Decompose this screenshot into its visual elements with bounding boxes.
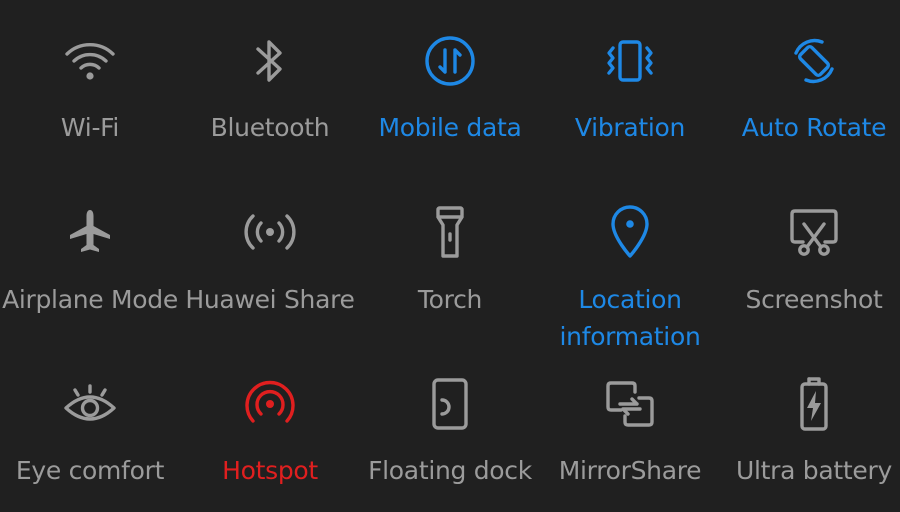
tile-floating-dock[interactable]: Floating dock xyxy=(360,342,540,512)
location-pin-icon xyxy=(600,202,660,262)
tile-label-wifi: Wi-Fi xyxy=(60,113,120,142)
tile-torch[interactable]: Torch xyxy=(360,170,540,342)
floating-dock-icon xyxy=(420,374,480,434)
screenshot-icon xyxy=(784,202,844,262)
tile-label-torch: Torch xyxy=(417,285,483,314)
tile-airplane-mode[interactable]: Airplane Mode xyxy=(0,170,180,342)
tile-auto-rotate[interactable]: Auto Rotate xyxy=(724,0,900,170)
tile-mobile-data[interactable]: Mobile data xyxy=(360,0,540,170)
tile-label-auto-rotate: Auto Rotate xyxy=(741,113,887,142)
tile-location-information[interactable]: Location information xyxy=(540,170,720,351)
huawei-share-icon xyxy=(240,202,300,262)
tile-label-screenshot: Screenshot xyxy=(745,285,883,314)
tile-label-location: Location xyxy=(578,285,682,314)
tile-eye-comfort[interactable]: Eye comfort xyxy=(0,342,180,512)
tile-label-eye-comfort: Eye comfort xyxy=(15,456,165,485)
tile-wifi[interactable]: Wi-Fi xyxy=(0,0,180,170)
tile-vibration[interactable]: Vibration xyxy=(540,0,720,170)
bluetooth-icon xyxy=(240,31,300,91)
tile-huawei-share[interactable]: Huawei Share xyxy=(180,170,360,342)
auto-rotate-icon xyxy=(784,31,844,91)
tile-mirror-share[interactable]: MirrorShare xyxy=(540,342,720,512)
tile-screenshot[interactable]: Screenshot xyxy=(724,170,900,342)
tile-ultra-battery[interactable]: Ultra battery xyxy=(724,342,900,512)
tile-label-mirror-share: MirrorShare xyxy=(558,456,702,485)
tile-label-floating-dock: Floating dock xyxy=(368,456,532,485)
tile-hotspot[interactable]: Hotspot xyxy=(180,342,360,512)
tile-label-hotspot: Hotspot xyxy=(222,456,318,485)
tile-bluetooth[interactable]: Bluetooth xyxy=(180,0,360,170)
wifi-icon xyxy=(60,31,120,91)
ultra-battery-icon xyxy=(784,374,844,434)
tile-label-bluetooth: Bluetooth xyxy=(210,113,330,142)
hotspot-icon xyxy=(240,374,300,434)
vibration-icon xyxy=(600,31,660,91)
tile-label-ultra-battery: Ultra battery xyxy=(736,456,892,485)
eye-icon xyxy=(60,374,120,434)
airplane-icon xyxy=(60,202,120,262)
tile-label-vibration: Vibration xyxy=(574,113,686,142)
mobile-data-icon xyxy=(420,31,480,91)
torch-icon xyxy=(420,202,480,262)
tile-label-mobile-data: Mobile data xyxy=(378,113,522,142)
mirror-share-icon xyxy=(600,374,660,434)
tile-label-airplane-mode: Airplane Mode xyxy=(2,285,178,314)
quick-settings-panel: Wi-Fi Bluetooth Mobile data Vibration Au… xyxy=(0,0,900,512)
tile-label-huawei-share: Huawei Share xyxy=(185,285,355,314)
